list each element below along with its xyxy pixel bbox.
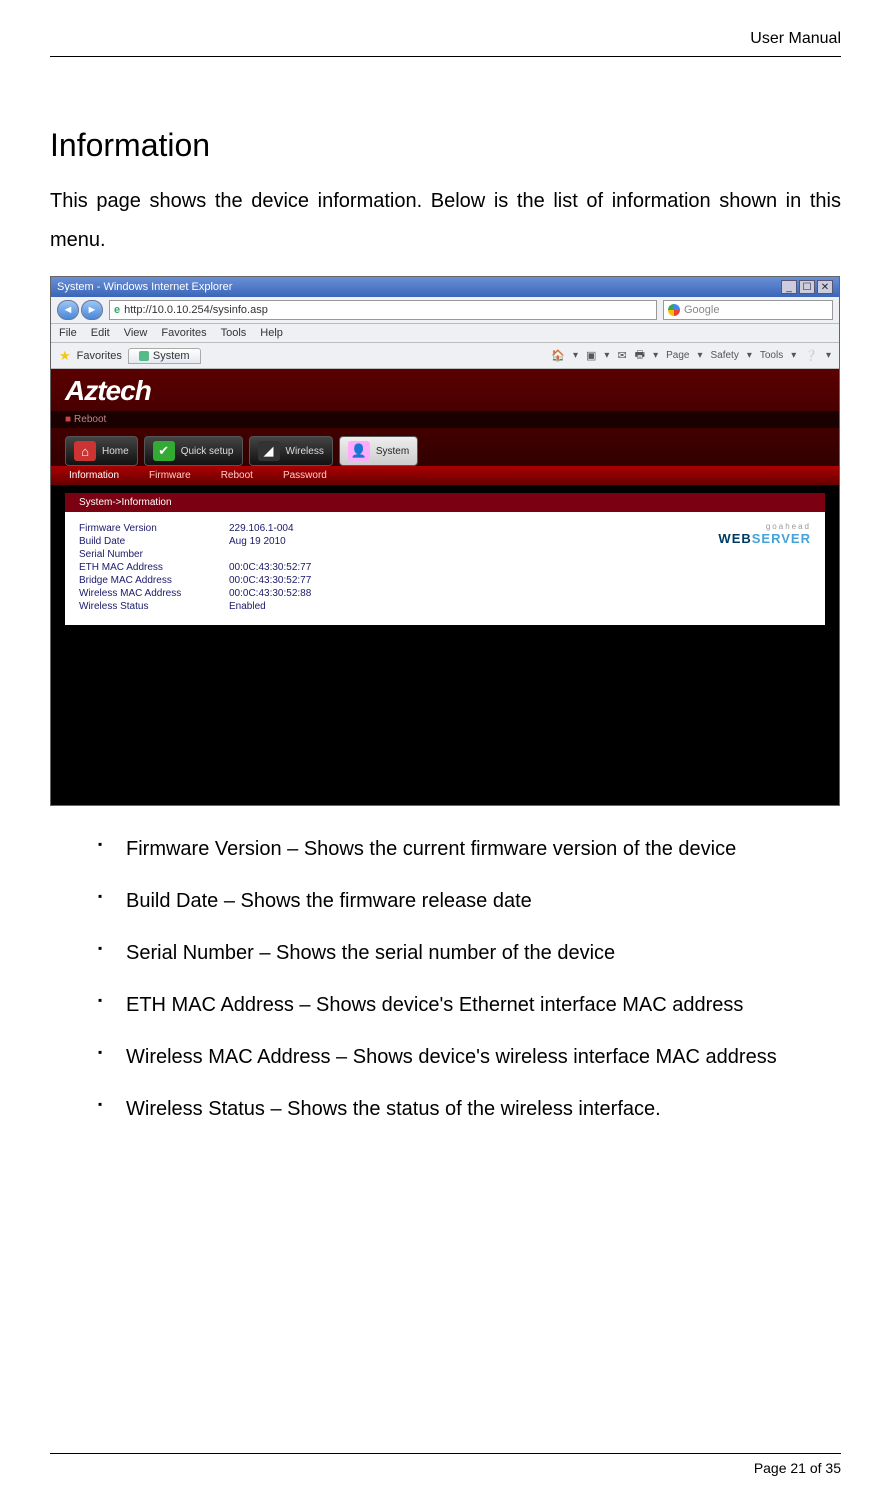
minimize-button[interactable]: _ [781,280,797,294]
bullet-list: Firmware Version – Shows the current fir… [50,834,841,1124]
maximize-button[interactable]: ☐ [799,280,815,294]
print-icon[interactable]: 🖶 [635,346,645,365]
system-nav-icon: 👤 [348,441,370,461]
webserver-top: goahead [651,522,811,531]
nav-system[interactable]: 👤 System [339,436,418,466]
nav-home[interactable]: ⌂ Home [65,436,138,466]
info-label: Firmware Version [79,523,229,534]
reboot-icon: ■ [65,414,71,425]
webserver-server: SERVER [752,531,811,546]
app-background [51,625,839,805]
info-value: Enabled [229,601,266,612]
menu-edit[interactable]: Edit [91,327,110,339]
subnav-firmware[interactable]: Firmware [149,470,191,481]
section-heading: Information [50,127,841,164]
nav-wireless-label: Wireless [286,446,324,457]
info-label: ETH MAC Address [79,562,229,573]
wireless-nav-icon: ◢ [258,441,280,461]
menu-help[interactable]: Help [260,327,283,339]
subnav-password[interactable]: Password [283,470,327,481]
menu-view[interactable]: View [124,327,148,339]
ie-menubar: File Edit View Favorites Tools Help [51,324,839,343]
nav-quicksetup[interactable]: ✔ Quick setup [144,436,243,466]
info-row: ETH MAC Address00:0C:43:30:52:77 [79,561,651,574]
favorites-label[interactable]: Favorites [77,350,122,362]
nav-home-label: Home [102,446,129,457]
browser-tab[interactable]: System [128,348,201,364]
mail-icon[interactable]: ✉ [617,349,626,362]
info-row: Serial Number [79,548,651,561]
quicksetup-nav-icon: ✔ [153,441,175,461]
url-text: http://10.0.10.254/sysinfo.asp [124,304,268,316]
tab-favicon-icon [139,351,149,361]
webserver-logo: goahead WEBSERVER [651,522,811,613]
info-value: 229.106.1-004 [229,523,294,534]
info-value: 00:0C:43:30:52:77 [229,562,311,573]
info-label: Bridge MAC Address [79,575,229,586]
webserver-web: WEB [718,531,751,546]
search-placeholder: Google [684,304,719,316]
info-value: 00:0C:43:30:52:77 [229,575,311,586]
nav-wireless[interactable]: ◢ Wireless [249,436,333,466]
menu-file[interactable]: File [59,327,77,339]
menu-page[interactable]: Page [666,350,689,361]
screenshot-figure: System - Windows Internet Explorer _ ☐ ✕… [50,276,840,806]
info-value: Aug 19 2010 [229,536,286,547]
forward-button[interactable]: ► [81,300,103,320]
main-nav: ⌂ Home ✔ Quick setup ◢ Wireless 👤 System [51,428,839,466]
menu-favorites[interactable]: Favorites [161,327,206,339]
info-label: Wireless MAC Address [79,588,229,599]
info-row: Build DateAug 19 2010 [79,535,651,548]
info-row: Bridge MAC Address00:0C:43:30:52:77 [79,574,651,587]
info-row: Wireless MAC Address00:0C:43:30:52:88 [79,587,651,600]
page-header: User Manual [50,0,841,57]
tab-label: System [153,350,190,362]
home-nav-icon: ⌂ [74,441,96,461]
url-input[interactable]: e http://10.0.10.254/sysinfo.asp [109,300,657,320]
help-icon[interactable]: ❔ [804,349,818,362]
reboot-bar: ■Reboot [51,411,839,428]
star-icon[interactable]: ★ [59,348,71,364]
subnav-reboot[interactable]: Reboot [221,470,253,481]
nav-quicksetup-label: Quick setup [181,446,234,457]
page-footer: Page 21 of 35 [50,1453,841,1482]
back-button[interactable]: ◄ [57,300,79,320]
info-label: Serial Number [79,549,229,560]
menu-tools2[interactable]: Tools [760,350,783,361]
list-item: Wireless MAC Address – Shows device's wi… [98,1042,841,1072]
subnav-information[interactable]: Information [69,470,119,481]
ie-titlebar: System - Windows Internet Explorer _ ☐ ✕ [51,277,839,297]
info-label: Wireless Status [79,601,229,612]
home-icon[interactable]: 🏠 [551,349,565,362]
list-item: Firmware Version – Shows the current fir… [98,834,841,864]
google-icon [668,304,680,316]
info-row: Firmware Version229.106.1-004 [79,522,651,535]
close-button[interactable]: ✕ [817,280,833,294]
reboot-link[interactable]: Reboot [74,414,106,425]
section-intro: This page shows the device information. … [50,182,841,260]
info-panel: Firmware Version229.106.1-004 Build Date… [65,512,825,625]
info-table: Firmware Version229.106.1-004 Build Date… [79,522,651,613]
list-item: Build Date – Shows the firmware release … [98,886,841,916]
info-label: Build Date [79,536,229,547]
search-input[interactable]: Google [663,300,833,320]
ie-address-bar: ◄ ► e http://10.0.10.254/sysinfo.asp Goo… [51,297,839,324]
menu-safety[interactable]: Safety [710,350,738,361]
nav-system-label: System [376,446,409,457]
list-item: Serial Number – Shows the serial number … [98,938,841,968]
info-row: Wireless StatusEnabled [79,600,651,613]
list-item: Wireless Status – Shows the status of th… [98,1094,841,1124]
feeds-icon[interactable]: ▣ [586,349,596,362]
list-item: ETH MAC Address – Shows device's Etherne… [98,990,841,1020]
ie-favorites-bar: ★ Favorites System 🏠▾ ▣ ▾ ✉ 🖶▾ Page▾ Saf… [51,343,839,369]
router-app: Aztech ■Reboot ⌂Home ✔Quick setup ◢Wirel… [51,369,839,805]
ie-window-title: System - Windows Internet Explorer [57,281,232,293]
brand-logo: Aztech [51,369,839,411]
breadcrumb: System->Information [65,493,825,512]
ie-logo-icon: e [110,304,124,316]
menu-tools[interactable]: Tools [221,327,247,339]
sub-nav: Information Firmware Reboot Password [51,466,839,485]
info-value: 00:0C:43:30:52:88 [229,588,311,599]
